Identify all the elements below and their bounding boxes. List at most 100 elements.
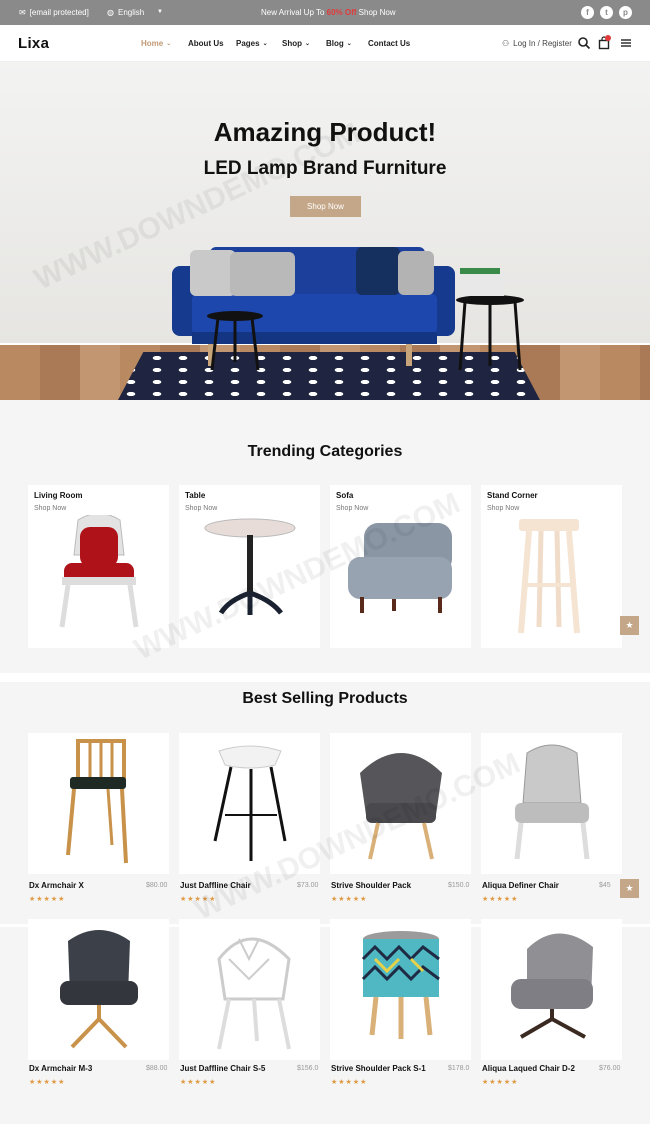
email-contact[interactable]: ✉ [email protected] <box>19 8 89 17</box>
nav-item-pages[interactable]: Pages ⌄ <box>236 39 268 48</box>
armchair-image <box>348 523 452 613</box>
nav-label: Shop <box>282 39 302 48</box>
dark-armchair-image <box>60 930 138 1049</box>
product-name[interactable]: Dx Armchair M-3 <box>29 1064 92 1073</box>
category-shop-link[interactable]: Shop Now <box>487 505 519 512</box>
category-shop-link[interactable]: Shop Now <box>336 505 368 512</box>
product-price: $76.00 <box>599 1065 621 1072</box>
language-selector[interactable]: ◍ English <box>107 8 144 17</box>
scroll-top-button[interactable]: ★ <box>620 616 639 635</box>
main-nav: Lixa Home ⌄ About Us Pages ⌄ Shop ⌄ Blog ⌄ C… <box>0 25 650 62</box>
nav-item-about[interactable]: About Us <box>188 39 224 48</box>
rating-stars: ★★★★★ <box>482 1079 519 1086</box>
rating-stars: ★★★★★ <box>29 896 66 903</box>
product-price: $150.0 <box>448 882 470 889</box>
grey-throne-chair-image <box>514 744 590 860</box>
hero-banner: Amazing Product! LED Lamp Brand Furnitur… <box>0 62 650 400</box>
nav-label: Pages <box>236 39 260 48</box>
product-name[interactable]: Just Daffline Chair <box>180 881 251 890</box>
category-name: Living Room <box>34 491 83 500</box>
product-name[interactable]: Just Daffline Chair S-5 <box>180 1064 265 1073</box>
product-price: $178.0 <box>448 1065 470 1072</box>
login-label: Log In / Register <box>513 39 572 48</box>
product-name[interactable]: Aliqua Definer Chair <box>482 881 559 890</box>
category-name: Stand Corner <box>487 491 538 500</box>
nav-item-home[interactable]: Home ⌄ <box>141 39 171 48</box>
facebook-icon[interactable]: f <box>581 6 594 19</box>
hero-title: Amazing Product! <box>213 117 437 147</box>
trending-categories-title: Trending Categories <box>247 443 403 460</box>
menu-icon[interactable] <box>619 36 633 50</box>
chevron-down-icon: ⌄ <box>305 41 311 47</box>
nav-item-shop[interactable]: Shop ⌄ <box>282 39 310 48</box>
mail-icon: ✉ <box>19 8 26 17</box>
promo-prefix: New Arrival Up To <box>261 8 327 17</box>
product-card[interactable] <box>481 919 622 1060</box>
rating-stars: ★★★★★ <box>180 896 217 903</box>
email-text: [email protected] <box>29 8 89 17</box>
product-price: $80.00 <box>146 882 168 889</box>
search-icon[interactable] <box>577 36 591 50</box>
scroll-top-button[interactable]: ★ <box>620 879 639 898</box>
product-name[interactable]: Dx Armchair X <box>29 881 84 890</box>
language-label: English <box>117 8 145 17</box>
product-card[interactable] <box>28 733 169 874</box>
browser-toolbar-strip <box>0 673 650 682</box>
product-name[interactable]: Strive Shoulder Pack <box>331 881 411 890</box>
top-bar: ✉ [email protected] ◍ English ▼ New Arri… <box>0 0 650 25</box>
rating-stars: ★★★★★ <box>482 896 519 903</box>
product-price: $73.00 <box>297 882 319 889</box>
product-card[interactable] <box>179 919 320 1060</box>
category-card-living-room[interactable]: Living Room Shop Now <box>28 485 169 648</box>
product-price: $88.00 <box>146 1065 168 1072</box>
bar-stool-image <box>213 745 287 861</box>
houndstooth-chair-image <box>360 753 442 860</box>
nav-label: About Us <box>188 39 224 48</box>
chevron-down-icon: ⌄ <box>346 41 352 47</box>
throne-chair-image <box>59 515 139 628</box>
nav-item-contact[interactable]: Contact Us <box>368 39 410 48</box>
logo[interactable]: Lixa <box>18 35 49 52</box>
wooden-chair-image <box>66 739 128 864</box>
category-card-stand-corner[interactable]: Stand Corner Shop Now <box>481 485 622 648</box>
nav-label: Contact Us <box>368 39 411 48</box>
twitter-icon[interactable]: t <box>600 6 613 19</box>
chevron-down-icon: ⌄ <box>166 41 172 47</box>
caret-down-icon[interactable]: ▼ <box>157 9 163 15</box>
login-register-link[interactable]: ⚇ Log In / Register <box>502 39 572 48</box>
category-shop-link[interactable]: Shop Now <box>34 505 66 512</box>
white-mesh-chair-image <box>217 937 291 1050</box>
hero-subtitle: LED Lamp Brand Furniture <box>203 158 447 179</box>
nav-item-blog[interactable]: Blog ⌄ <box>326 39 352 48</box>
product-card[interactable] <box>481 733 622 874</box>
product-card[interactable] <box>330 733 471 874</box>
product-name[interactable]: Strive Shoulder Pack S-1 <box>331 1064 426 1073</box>
stool-image <box>518 519 580 634</box>
tufted-grey-chair-image <box>511 933 593 1039</box>
globe-icon: ◍ <box>107 8 114 17</box>
product-card[interactable] <box>179 733 320 874</box>
chevron-down-icon: ⌄ <box>262 41 268 47</box>
product-price: $156.0 <box>297 1065 319 1072</box>
product-name[interactable]: Aliqua Laqued Chair D-2 <box>482 1064 575 1073</box>
promo-suffix: Shop Now <box>356 8 396 17</box>
product-card[interactable] <box>330 919 471 1060</box>
promo-banner[interactable]: New Arrival Up To 60% Off Shop Now <box>261 8 396 17</box>
category-name: Sofa <box>336 491 354 500</box>
table-image <box>204 518 296 615</box>
pattern-stool-image <box>361 931 440 1039</box>
rating-stars: ★★★★★ <box>29 1079 66 1086</box>
best-selling-title: Best Selling Products <box>242 690 408 707</box>
rating-stars: ★★★★★ <box>331 896 368 903</box>
product-price: $45 <box>599 882 611 889</box>
cart-badge <box>605 35 611 41</box>
category-shop-link[interactable]: Shop Now <box>185 505 217 512</box>
category-card-table[interactable]: Table Shop Now <box>179 485 320 648</box>
category-card-sofa[interactable]: Sofa Shop Now <box>330 485 471 648</box>
promo-highlight: 60% Off <box>326 8 357 17</box>
product-card[interactable] <box>28 919 169 1060</box>
pinterest-icon[interactable]: p <box>619 6 632 19</box>
shop-now-button[interactable]: Shop Now <box>290 196 361 217</box>
nav-label: Blog <box>326 39 344 48</box>
user-icon: ⚇ <box>502 39 510 48</box>
